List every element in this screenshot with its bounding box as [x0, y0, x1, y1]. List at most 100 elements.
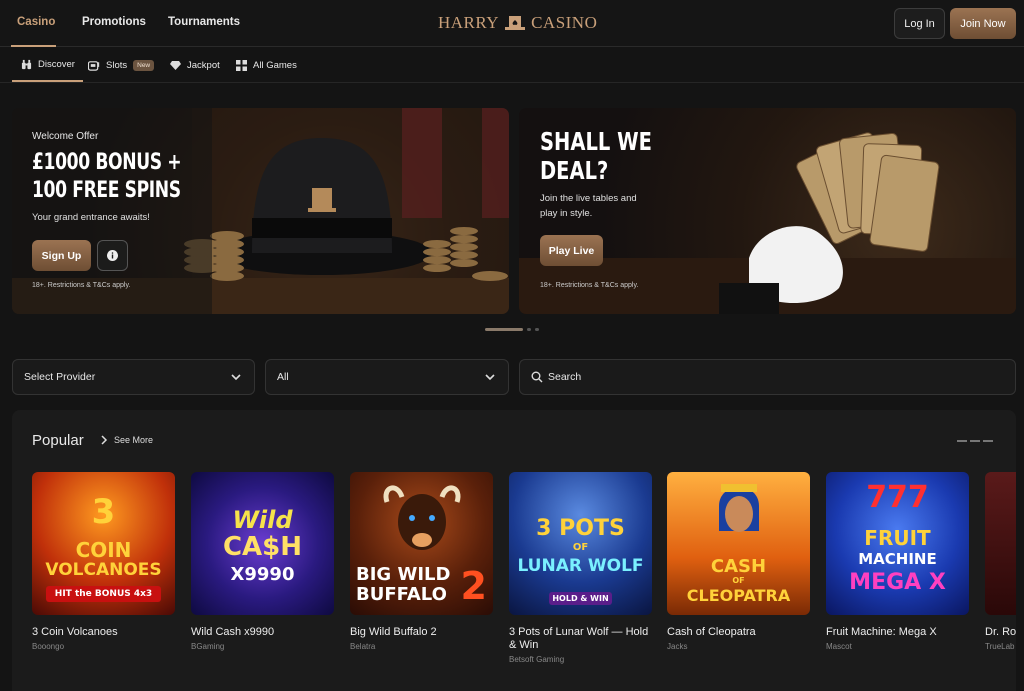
game-card[interactable]: CASH OF CLEOPATRA Cash of Cleopatra Jack… [667, 472, 810, 651]
login-button[interactable]: Log In [894, 8, 945, 39]
thumb-text: CA$H [222, 532, 303, 562]
game-card[interactable]: Wild CA$H X9990 Wild Cash x9990 BGaming [191, 472, 334, 651]
banner-headline: £1000 BONUS + 100 FREE SPINS [32, 149, 182, 205]
game-title: 3 Pots of Lunar Wolf — Hold & Win [509, 626, 649, 651]
nav-active-indicator [11, 45, 56, 47]
chevron-down-icon [231, 374, 241, 381]
subnav-all-games[interactable]: All Games [235, 48, 297, 82]
thumb-text: 3 [91, 492, 116, 532]
banner-terms: 18+. Restrictions & T&Cs apply. [32, 282, 131, 289]
info-button[interactable] [97, 240, 128, 271]
game-card[interactable]: 777 FRUIT MACHINE MEGA X Fruit Machine: … [826, 472, 969, 651]
carousel-dot[interactable] [527, 328, 531, 331]
carousel-pagination [485, 328, 539, 331]
game-card[interactable]: 3 POTS OF LUNAR WOLF HOLD & WIN 3 Pots o… [509, 472, 652, 664]
game-provider: Jacks [667, 642, 688, 651]
game-provider: TrueLab [985, 642, 1015, 651]
thumb-text: MEGA X [849, 570, 946, 595]
carousel-pager[interactable] [957, 440, 993, 442]
thumb-text: LUNAR WOLF [517, 556, 644, 576]
diamond-icon [169, 59, 181, 71]
game-title: Wild Cash x9990 [191, 626, 275, 638]
nav-casino[interactable]: Casino [17, 16, 55, 28]
provider-select[interactable]: Select Provider [12, 359, 255, 395]
search-input[interactable]: Search [519, 359, 1016, 395]
banner-subtitle: Join the live tables and play in style. [540, 193, 637, 219]
thumb-text: 2 [460, 564, 487, 608]
search-icon [531, 371, 543, 383]
game-thumbnail [985, 472, 1016, 615]
game-thumbnail: 3 COIN VOLCANOES HIT the BONUS 4x3 [32, 472, 175, 615]
banner-subtitle: Your grand entrance awaits! [32, 212, 150, 223]
logo-text-right: CASINO [531, 13, 598, 32]
binoculars-icon [20, 58, 32, 70]
headline-line-1: SHALL WE [540, 127, 652, 156]
category-select[interactable]: All [265, 359, 509, 395]
game-provider: BGaming [191, 642, 225, 651]
game-title: Fruit Machine: Mega X [826, 626, 937, 638]
slot-machine-icon [88, 59, 100, 71]
live-casino-banner[interactable]: SHALL WE DEAL? Join the live tables and … [519, 108, 1016, 314]
join-now-button[interactable]: Join Now [950, 8, 1016, 39]
see-more-label: See More [114, 435, 154, 445]
play-live-button[interactable]: Play Live [540, 235, 603, 266]
game-card[interactable]: BIG WILD BUFFALO 2 Big Wild Buffalo 2 Be… [350, 472, 493, 651]
see-more-link[interactable]: See More [101, 435, 153, 445]
game-thumbnail: BIG WILD BUFFALO 2 [350, 472, 493, 615]
subnav-slots[interactable]: Slots New [88, 48, 155, 82]
category-select-value: All [277, 371, 289, 383]
thumb-text: COIN [75, 538, 132, 562]
chevron-right-icon [101, 435, 108, 445]
banner-headline: SHALL WE DEAL? [540, 127, 652, 185]
chevron-down-icon [485, 374, 495, 381]
thumb-text: CASH [710, 556, 767, 577]
nav-tournaments[interactable]: Tournaments [168, 16, 240, 28]
thumb-text: FRUIT [864, 526, 931, 550]
thumb-text: Wild [232, 506, 293, 534]
carousel-dot[interactable] [535, 328, 539, 331]
top-hat-logo-icon [505, 16, 526, 30]
thumb-text: OF [572, 542, 589, 553]
game-provider: Booongo [32, 642, 65, 651]
subnav-label: Slots [106, 59, 128, 71]
provider-select-value: Select Provider [24, 371, 96, 383]
thumb-text: 3 POTS [536, 516, 625, 541]
thumb-text: CLEOPATRA [686, 586, 791, 605]
nav-promotions[interactable]: Promotions [82, 16, 146, 28]
subnav-jackpot[interactable]: Jackpot [169, 48, 220, 82]
banner-terms: 18+. Restrictions & T&Cs apply. [540, 282, 639, 289]
welcome-offer-banner[interactable]: Welcome Offer £1000 BONUS + 100 FREE SPI… [12, 108, 509, 314]
grid-icon [235, 59, 247, 71]
logo[interactable]: HARRY CASINO [438, 12, 597, 34]
sign-up-button[interactable]: Sign Up [32, 240, 91, 271]
thumb-text: HOLD & WIN [549, 592, 612, 605]
thumb-text: MACHINE [858, 550, 937, 568]
headline-line-1: £1000 BONUS + [32, 150, 182, 175]
thumb-text: X9990 [230, 564, 295, 585]
subnav-discover[interactable]: Discover [12, 48, 83, 82]
carousel-dot-active[interactable] [485, 328, 523, 331]
thumb-text: 777 [866, 480, 929, 515]
game-provider: Mascot [826, 642, 852, 651]
game-card[interactable]: Dr. Ro... React... TrueLab [985, 472, 1016, 651]
game-title: Dr. Ro... React... [985, 626, 1016, 638]
game-title: Cash of Cleopatra [667, 626, 756, 638]
cleopatra-icon [719, 484, 759, 532]
headline-line-2: DEAL? [540, 156, 609, 185]
subnav-label: All Games [253, 59, 297, 71]
game-provider: Betsoft Gaming [509, 655, 565, 664]
game-title: Big Wild Buffalo 2 [350, 626, 437, 638]
game-provider: Belatra [350, 642, 376, 651]
headline-line-2: 100 FREE SPINS [32, 178, 181, 203]
search-placeholder: Search [548, 371, 582, 383]
subnav-label: Jackpot [187, 59, 220, 71]
thumb-text: HIT the BONUS 4x3 [46, 586, 161, 602]
thumb-text: VOLCANOES [45, 560, 162, 580]
info-icon [107, 250, 118, 261]
thumb-text: OF [732, 576, 745, 585]
top-navigation: Casino Promotions Tournaments HARRY CASI… [0, 0, 1024, 47]
game-card[interactable]: 3 COIN VOLCANOES HIT the BONUS 4x3 3 Coi… [32, 472, 175, 651]
game-thumbnail: 777 FRUIT MACHINE MEGA X [826, 472, 969, 615]
category-subnav: Discover Slots New Jackpot All Games [0, 48, 1024, 83]
subnav-label: Discover [38, 58, 75, 70]
